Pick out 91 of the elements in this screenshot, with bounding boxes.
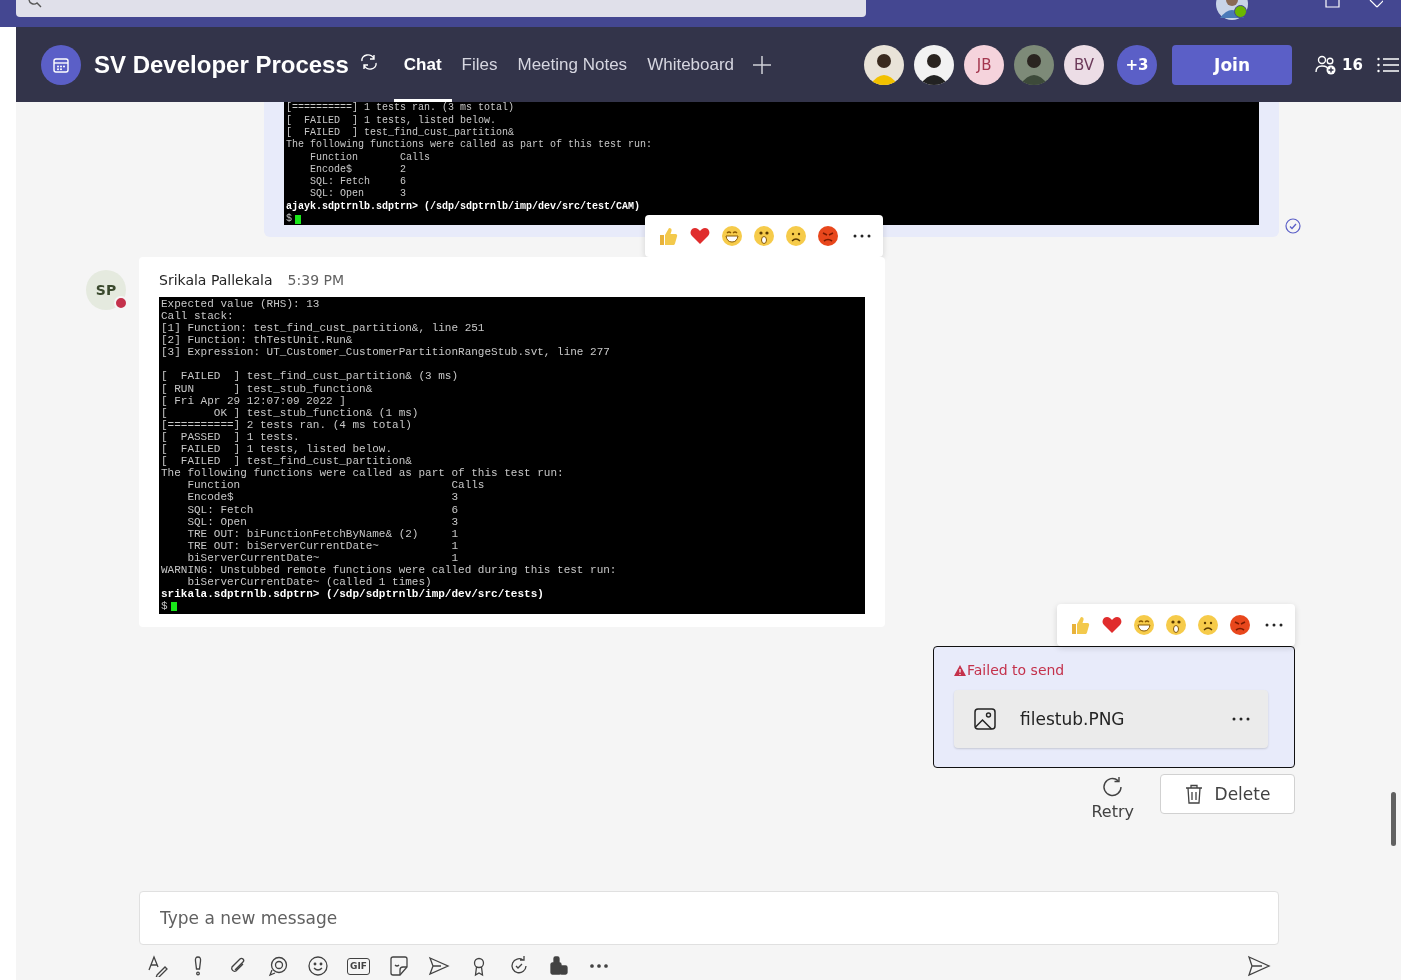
- add-icon[interactable]: [752, 54, 773, 75]
- retry-button[interactable]: Retry: [1091, 774, 1134, 822]
- terminal-line: Encode$ 3: [186, 491, 460, 504]
- join-button[interactable]: Join: [1172, 44, 1293, 85]
- sad-face-icon[interactable]: [1197, 614, 1219, 637]
- file-card[interactable]: filestub.PNG: [954, 690, 1268, 749]
- format-icon[interactable]: [147, 955, 169, 977]
- angry-face-icon[interactable]: [1229, 614, 1251, 637]
- send-icon[interactable]: [1247, 955, 1271, 977]
- author-avatar[interactable]: SP: [86, 270, 126, 310]
- sad-face-icon[interactable]: [785, 225, 807, 247]
- participant-avatar[interactable]: [864, 44, 905, 85]
- emoji-icon[interactable]: [307, 955, 329, 977]
- tab[interactable]: Meeting Notes: [507, 27, 638, 102]
- terminal-line: [ PASSED ] 1 tests.: [161, 430, 301, 444]
- terminal-line: $: [286, 213, 292, 225]
- more-icon[interactable]: [1265, 623, 1283, 628]
- terminal-line: [ FAILED ] 1 tests, listed below.: [286, 114, 498, 127]
- terminal-line: [2] Function: thTestUnit.Run&: [161, 334, 354, 347]
- more-participants-button[interactable]: +3: [1117, 44, 1158, 85]
- laughing-face-icon[interactable]: [721, 225, 743, 247]
- search-icon: [28, 0, 42, 8]
- terminal-line: $: [161, 600, 168, 613]
- terminal-line: biServerCurrentDate~ 1: [186, 551, 460, 564]
- delete-button[interactable]: Delete: [1160, 774, 1295, 815]
- terminal-line: Function Calls: [309, 151, 432, 164]
- participant-avatar[interactable]: [914, 44, 955, 85]
- apps-icon[interactable]: [547, 955, 570, 977]
- terminal-line: [3] Expression: UT_Customer_CustomerPartitionRangeStub.svt, line 277: [161, 346, 611, 359]
- terminal-line: TRE OUT: biServerCurrentDate~ 1: [186, 539, 460, 552]
- user-avatar[interactable]: [1215, 0, 1249, 20]
- terminal-line: SQL: Open 3: [309, 188, 408, 201]
- terminal-line: [ Fri Apr 29 12:07:09 2022 ]: [161, 394, 347, 407]
- terminal-line: [==========] 2 tests ran. (4 ms total): [161, 418, 413, 431]
- message-input[interactable]: Type a new message: [139, 891, 1279, 945]
- warning-icon: [954, 664, 966, 676]
- laughing-face-icon[interactable]: [1133, 614, 1155, 637]
- author-name: Srikala Pallekala: [159, 271, 273, 289]
- send-later-icon[interactable]: [427, 955, 450, 977]
- more-icon[interactable]: [1232, 717, 1250, 722]
- thumbs-up-icon[interactable]: [1069, 614, 1091, 637]
- list-icon[interactable]: [1376, 56, 1399, 73]
- angry-face-icon[interactable]: [817, 225, 839, 247]
- terminal-line: [ FAILED ] test_find_cust_partition& (3 ms): [161, 370, 460, 383]
- terminal-line: [ RUN ] test_stub_function&: [161, 382, 374, 395]
- terminal-line: [ FAILED ] test_find_cust_partition&: [161, 455, 413, 468]
- sync-icon: [358, 52, 379, 71]
- trash-icon: [1184, 784, 1203, 805]
- terminal-line: Call stack:: [161, 310, 235, 323]
- error-text: Failed to send: [967, 662, 1065, 679]
- terminal-line: [1] Function: test_find_cust_partition&, line 251: [161, 322, 486, 335]
- close-icon[interactable]: [1367, 0, 1383, 8]
- terminal-line: The following functions were called as part of this test run:: [286, 139, 654, 152]
- heart-icon[interactable]: [689, 225, 711, 247]
- terminal-line: SQL: Fetch 6: [186, 503, 460, 516]
- tab[interactable]: Whiteboard: [637, 27, 745, 102]
- image-icon: [974, 708, 996, 731]
- terminal-line: [ OK ] test_stub_function& (1 ms): [161, 406, 420, 419]
- terminal-line: The following functions were called as part of this test run:: [161, 467, 565, 480]
- calendar-icon: [41, 44, 81, 85]
- retry-icon: [1100, 776, 1125, 799]
- participant-count: 16: [1342, 55, 1363, 74]
- message-time: 5:39 PM: [287, 271, 344, 289]
- search-field[interactable]: [16, 0, 866, 17]
- terminal-line: [ FAILED ] test_find_cust_partition&: [286, 126, 516, 139]
- terminal-line: TRE OUT: biFunctionFetchByName& (2) 1: [186, 527, 460, 540]
- terminal-line: SQL: Open 3: [186, 515, 460, 528]
- chat-bubble-icon[interactable]: [267, 955, 289, 977]
- file-name: filestub.PNG: [1020, 709, 1125, 730]
- terminal-line: [==========] 1 tests ran. (3 ms total): [286, 102, 516, 115]
- terminal-prompt: ajayk.sdptrnlb.sdptrn> (/sdp/sdptrnlb/imp/dev/src/test/CAM): [286, 200, 642, 213]
- terminal-line: Encode$ 2: [309, 163, 408, 176]
- terminal-line: [ FAILED ] 1 tests, listed below.: [161, 443, 394, 456]
- sticker-icon[interactable]: [387, 955, 410, 977]
- terminal-line: biServerCurrentDate~ (called 1 times): [186, 576, 433, 589]
- participant-avatar[interactable]: JB: [964, 44, 1005, 85]
- channel-title: SV Developer Process: [94, 50, 349, 79]
- participant-avatar[interactable]: BV: [1064, 44, 1105, 85]
- terminal-line: WARNING: Unstubbed remote functions were called during this test run:: [161, 563, 618, 577]
- surprised-face-icon[interactable]: [753, 225, 775, 247]
- terminal-prompt: srikala.sdptrnlb.sdptrn> (/sdp/sdptrnlb/imp/dev/src/tests): [161, 588, 545, 601]
- thumbs-up-icon[interactable]: [657, 225, 679, 247]
- people-icon[interactable]: [1315, 54, 1338, 75]
- terminal-line: Function Calls: [186, 479, 486, 492]
- maximize-icon[interactable]: [1325, 0, 1341, 8]
- terminal-line: SQL: Fetch 6: [309, 176, 408, 189]
- gif-button[interactable]: GIF: [347, 957, 370, 975]
- surprised-face-icon[interactable]: [1165, 614, 1187, 637]
- terminal-line: Expected value (RHS): 13: [161, 298, 321, 311]
- tab[interactable]: Files: [451, 27, 508, 102]
- more-icon[interactable]: [853, 234, 871, 238]
